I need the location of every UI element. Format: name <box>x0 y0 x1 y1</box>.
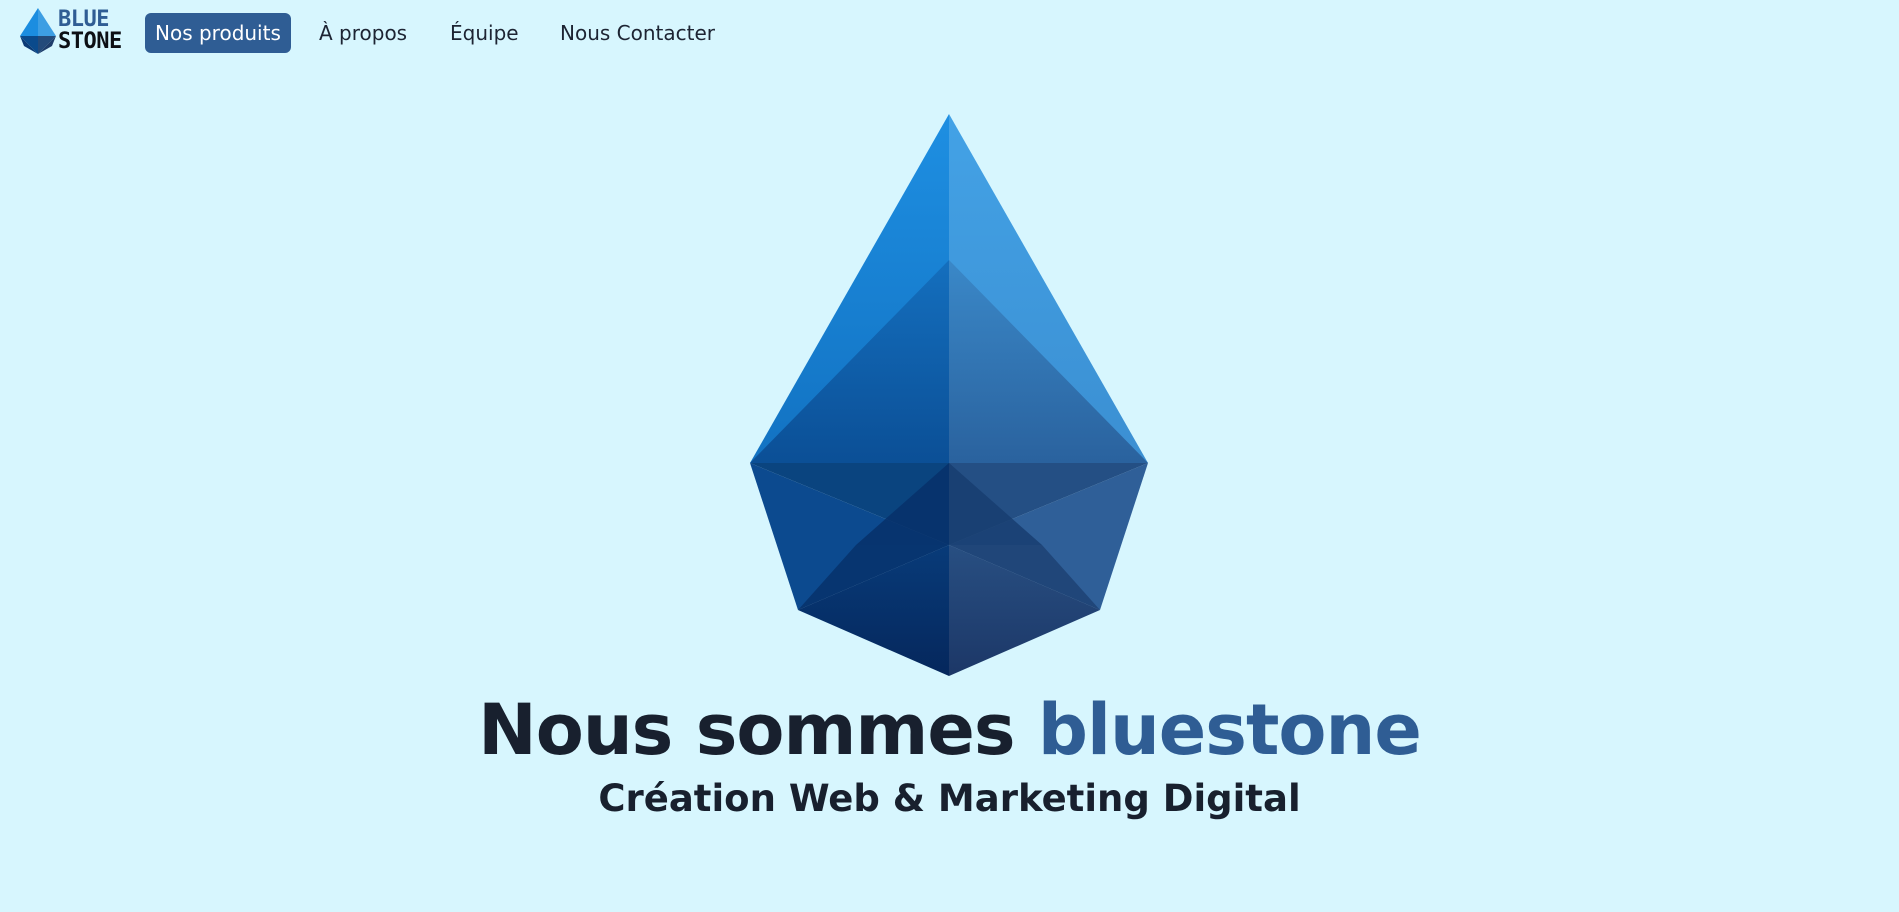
hero-title-accent: bluestone <box>1037 689 1422 771</box>
nav-item-nos-produits[interactable]: Nos produits <box>145 13 291 53</box>
hero-title: Nous sommes bluestone <box>0 688 1899 772</box>
brand-logo[interactable]: BLUE STONE <box>20 8 122 58</box>
hero-title-main: Nous sommes <box>478 689 1038 771</box>
blue-gem-icon <box>750 114 1148 676</box>
gem-logo-icon <box>20 8 56 54</box>
brand-wordmark: BLUE STONE <box>58 9 122 53</box>
nav-item-equipe[interactable]: Équipe <box>440 13 529 53</box>
top-navbar: BLUE STONE Nos produits À propos Équipe … <box>0 0 1899 68</box>
brand-line-2: STONE <box>58 29 122 54</box>
hero-subtitle: Création Web & Marketing Digital <box>598 777 1301 820</box>
brand-line-1: BLUE <box>58 7 109 32</box>
nav-item-a-propos[interactable]: À propos <box>309 13 417 53</box>
nav-item-nous-contacter[interactable]: Nous Contacter <box>550 13 725 53</box>
hero-gem-image <box>746 110 1152 680</box>
